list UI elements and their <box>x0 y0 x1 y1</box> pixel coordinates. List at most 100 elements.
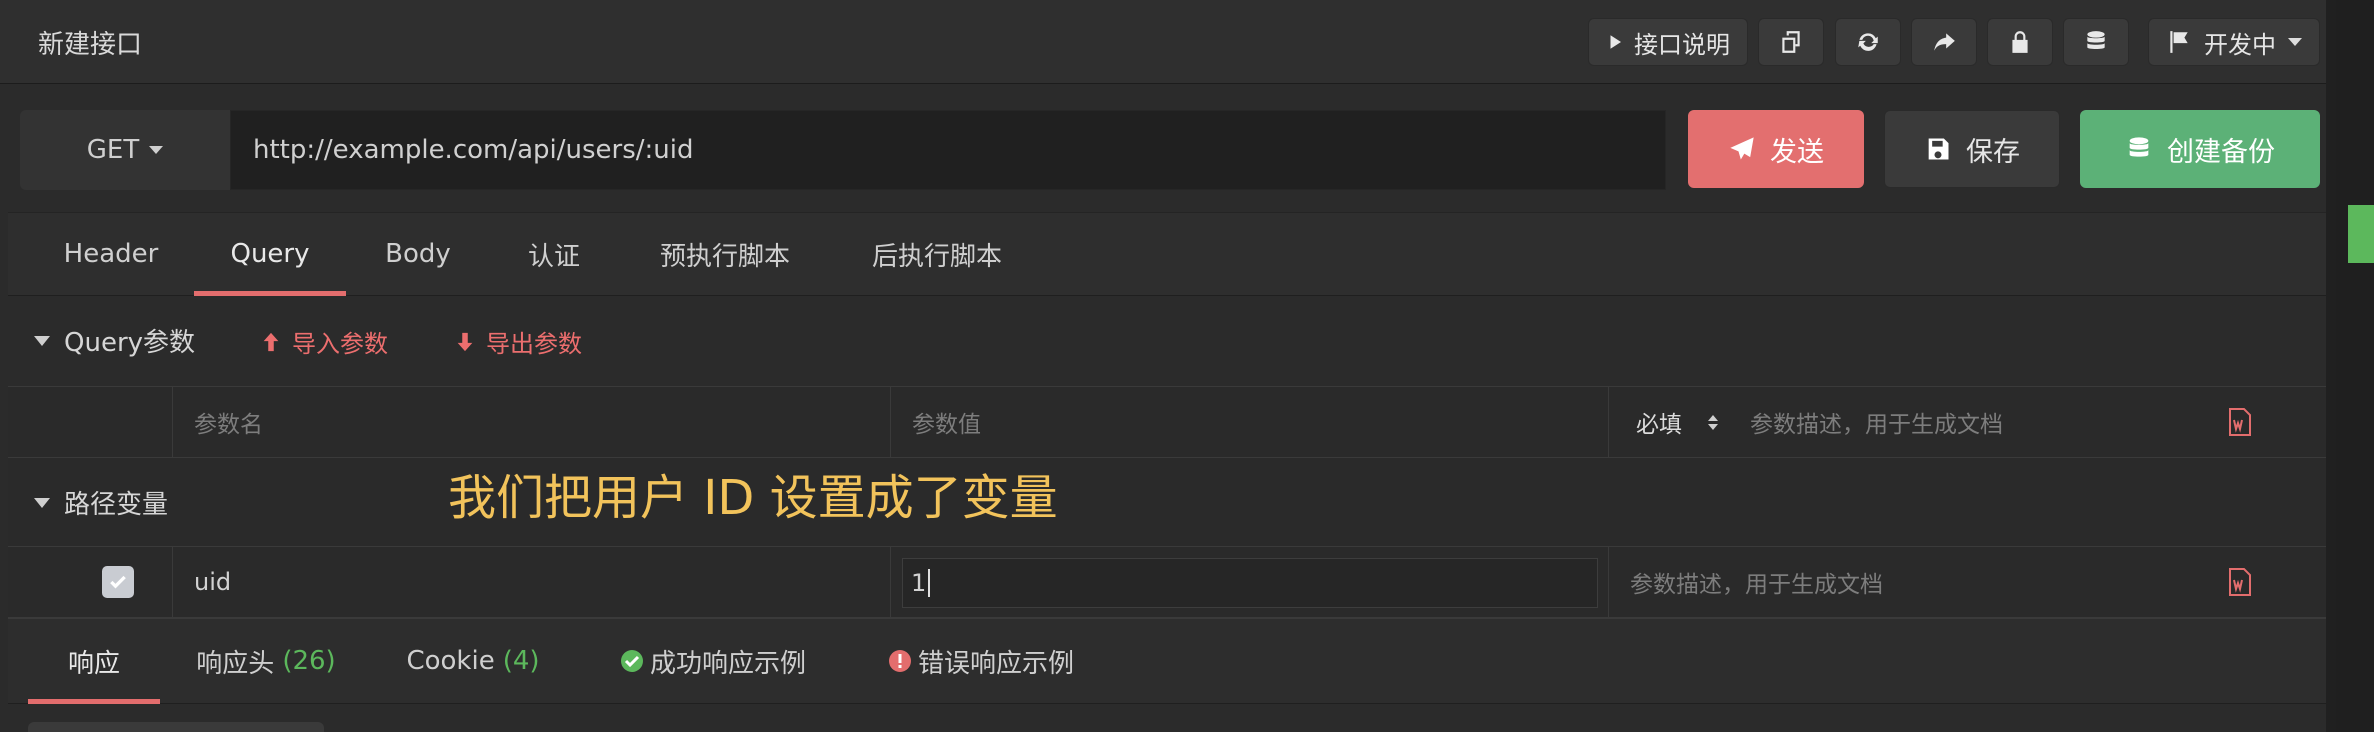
tab-pre-script-label: 预执行脚本 <box>659 241 790 272</box>
path-vars-title: 路径变量 <box>64 490 169 520</box>
word-doc-icon[interactable] <box>2228 408 2252 436</box>
column-divider <box>172 546 173 618</box>
path-var-desc-input[interactable]: 参数描述，用于生成文档 <box>1630 546 1883 618</box>
api-doc-label: 接口说明 <box>1634 30 1730 59</box>
tab-error-example-label: 错误响应示例 <box>917 648 1074 679</box>
export-params-label: 导出参数 <box>486 330 582 358</box>
tab-query[interactable]: Query <box>194 212 346 296</box>
tab-response[interactable]: 响应 <box>28 618 160 704</box>
tab-success-example-label: 成功响应示例 <box>649 648 806 679</box>
cookie-count: (4) <box>502 646 540 676</box>
response-toolbar-stub <box>28 722 324 732</box>
create-backup-button[interactable]: 创建备份 <box>2080 110 2320 188</box>
refresh-button[interactable] <box>1835 18 1901 66</box>
path-var-value: 1 <box>911 569 927 597</box>
column-divider <box>1608 386 1609 458</box>
create-backup-label: 创建备份 <box>2167 136 2275 168</box>
import-params-label: 导入参数 <box>292 330 388 358</box>
arrow-down-icon <box>457 332 473 351</box>
column-divider <box>890 546 891 618</box>
required-select[interactable]: 必填 <box>1636 386 1718 458</box>
checkmark-icon <box>110 575 126 589</box>
url-input[interactable]: http://example.com/api/users/:uid <box>230 110 1666 190</box>
tab-response-headers-label: 响应头 <box>196 648 275 679</box>
flag-icon <box>2170 31 2188 53</box>
query-params-toggle[interactable]: Query参数 <box>34 322 195 359</box>
param-name-placeholder: 参数名 <box>194 412 263 438</box>
side-panel-tab[interactable] <box>2348 205 2374 263</box>
play-icon <box>1610 35 1621 49</box>
tab-cookie[interactable]: Cookie (4) <box>406 618 540 704</box>
vertical-scrollbar[interactable] <box>2326 0 2336 732</box>
text-cursor <box>928 569 931 597</box>
column-divider <box>1608 546 1609 618</box>
sort-icon <box>1708 414 1718 430</box>
paper-plane-icon <box>1730 137 1754 160</box>
caret-down-icon <box>34 335 50 346</box>
export-params-link[interactable]: 导出参数 <box>454 324 582 359</box>
word-doc-icon[interactable] <box>2228 568 2252 596</box>
tab-header-label: Header <box>63 239 159 269</box>
column-divider <box>890 386 891 458</box>
tab-header[interactable]: Header <box>48 212 174 296</box>
path-var-value-input[interactable]: 1 <box>902 558 1598 608</box>
path-var-name-input[interactable]: uid <box>194 546 231 618</box>
annotation-caption: 我们把用户 ID 设置成了变量 <box>448 470 1058 526</box>
param-value-input[interactable]: 参数值 <box>912 386 981 458</box>
query-params-title: Query参数 <box>64 328 196 358</box>
tab-auth-label: 认证 <box>527 241 580 272</box>
right-gutter <box>2336 0 2374 732</box>
path-var-desc-placeholder: 参数描述，用于生成文档 <box>1630 572 1883 598</box>
path-vars-toggle[interactable]: 路径变量 <box>34 484 168 521</box>
refresh-icon <box>1858 33 1878 51</box>
database-icon <box>2129 137 2149 157</box>
exclamation-circle-icon <box>888 650 911 672</box>
lock-button[interactable] <box>1987 18 2053 66</box>
status-label: 开发中 <box>2204 30 2276 59</box>
tab-response-label: 响应 <box>67 648 120 679</box>
save-label: 保存 <box>1966 136 2020 168</box>
path-var-name: uid <box>194 568 232 596</box>
title-bar <box>0 0 2326 84</box>
chevron-down-icon <box>2288 38 2302 46</box>
method-label: GET <box>86 135 140 165</box>
api-doc-button[interactable]: 接口说明 <box>1588 18 1748 66</box>
arrow-up-icon <box>263 332 279 351</box>
tab-response-headers[interactable]: 响应头 (26) <box>196 618 336 704</box>
tab-pre-script[interactable]: 预执行脚本 <box>640 212 810 296</box>
path-var-checkbox[interactable] <box>102 566 134 598</box>
copy-icon <box>1782 31 1800 53</box>
send-button[interactable]: 发送 <box>1688 110 1864 188</box>
param-desc-placeholder: 参数描述，用于生成文档 <box>1750 412 2003 438</box>
column-divider <box>172 386 173 458</box>
caret-down-icon <box>34 497 50 508</box>
tab-auth[interactable]: 认证 <box>506 212 602 296</box>
tab-body[interactable]: Body <box>368 212 468 296</box>
database-button[interactable] <box>2063 18 2129 66</box>
database-icon <box>2087 31 2105 50</box>
import-params-link[interactable]: 导入参数 <box>260 324 388 359</box>
caret-down-icon <box>149 146 164 154</box>
tab-cookie-label: Cookie <box>406 646 495 676</box>
param-desc-input[interactable]: 参数描述，用于生成文档 <box>1750 386 2003 458</box>
window-title: 新建接口 <box>38 30 143 60</box>
path-vars-header <box>8 458 2326 546</box>
tab-post-script[interactable]: 后执行脚本 <box>852 212 1022 296</box>
share-button[interactable] <box>1911 18 1977 66</box>
status-dropdown[interactable]: 开发中 <box>2148 18 2320 66</box>
check-circle-icon <box>620 650 643 672</box>
share-forward-icon <box>1934 33 1955 51</box>
tab-post-script-label: 后执行脚本 <box>871 241 1002 272</box>
save-button[interactable]: 保存 <box>1884 110 2060 188</box>
tab-error-example[interactable]: 错误响应示例 <box>886 618 1076 704</box>
method-select[interactable]: GET <box>20 110 230 190</box>
tab-query-label: Query <box>230 239 310 269</box>
copy-button[interactable] <box>1758 18 1824 66</box>
response-tab-bar <box>8 618 2326 704</box>
tab-body-label: Body <box>385 239 451 269</box>
response-headers-count: (26) <box>282 646 336 676</box>
param-name-input[interactable]: 参数名 <box>194 386 263 458</box>
tab-success-example[interactable]: 成功响应示例 <box>618 618 808 704</box>
floppy-disk-icon <box>1928 138 1949 160</box>
lock-icon <box>2012 31 2028 53</box>
